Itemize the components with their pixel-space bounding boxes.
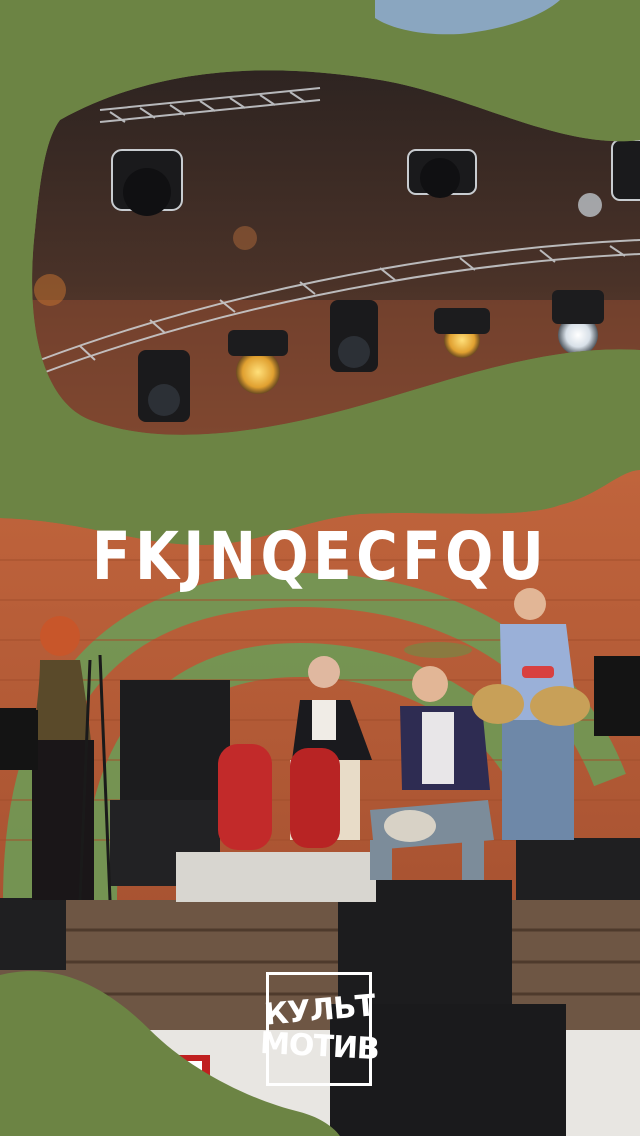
- story-canvas: FKJNQECFQU КУЛЬТ МОТИВ: [0, 0, 640, 1136]
- logo-line-2: МОТИВ: [258, 1025, 380, 1068]
- headline-text: FKJNQECFQU: [91, 518, 549, 595]
- logo-line-1: КУЛЬТ: [262, 988, 376, 1033]
- kultmotiv-logo: КУЛЬТ МОТИВ: [259, 972, 379, 1086]
